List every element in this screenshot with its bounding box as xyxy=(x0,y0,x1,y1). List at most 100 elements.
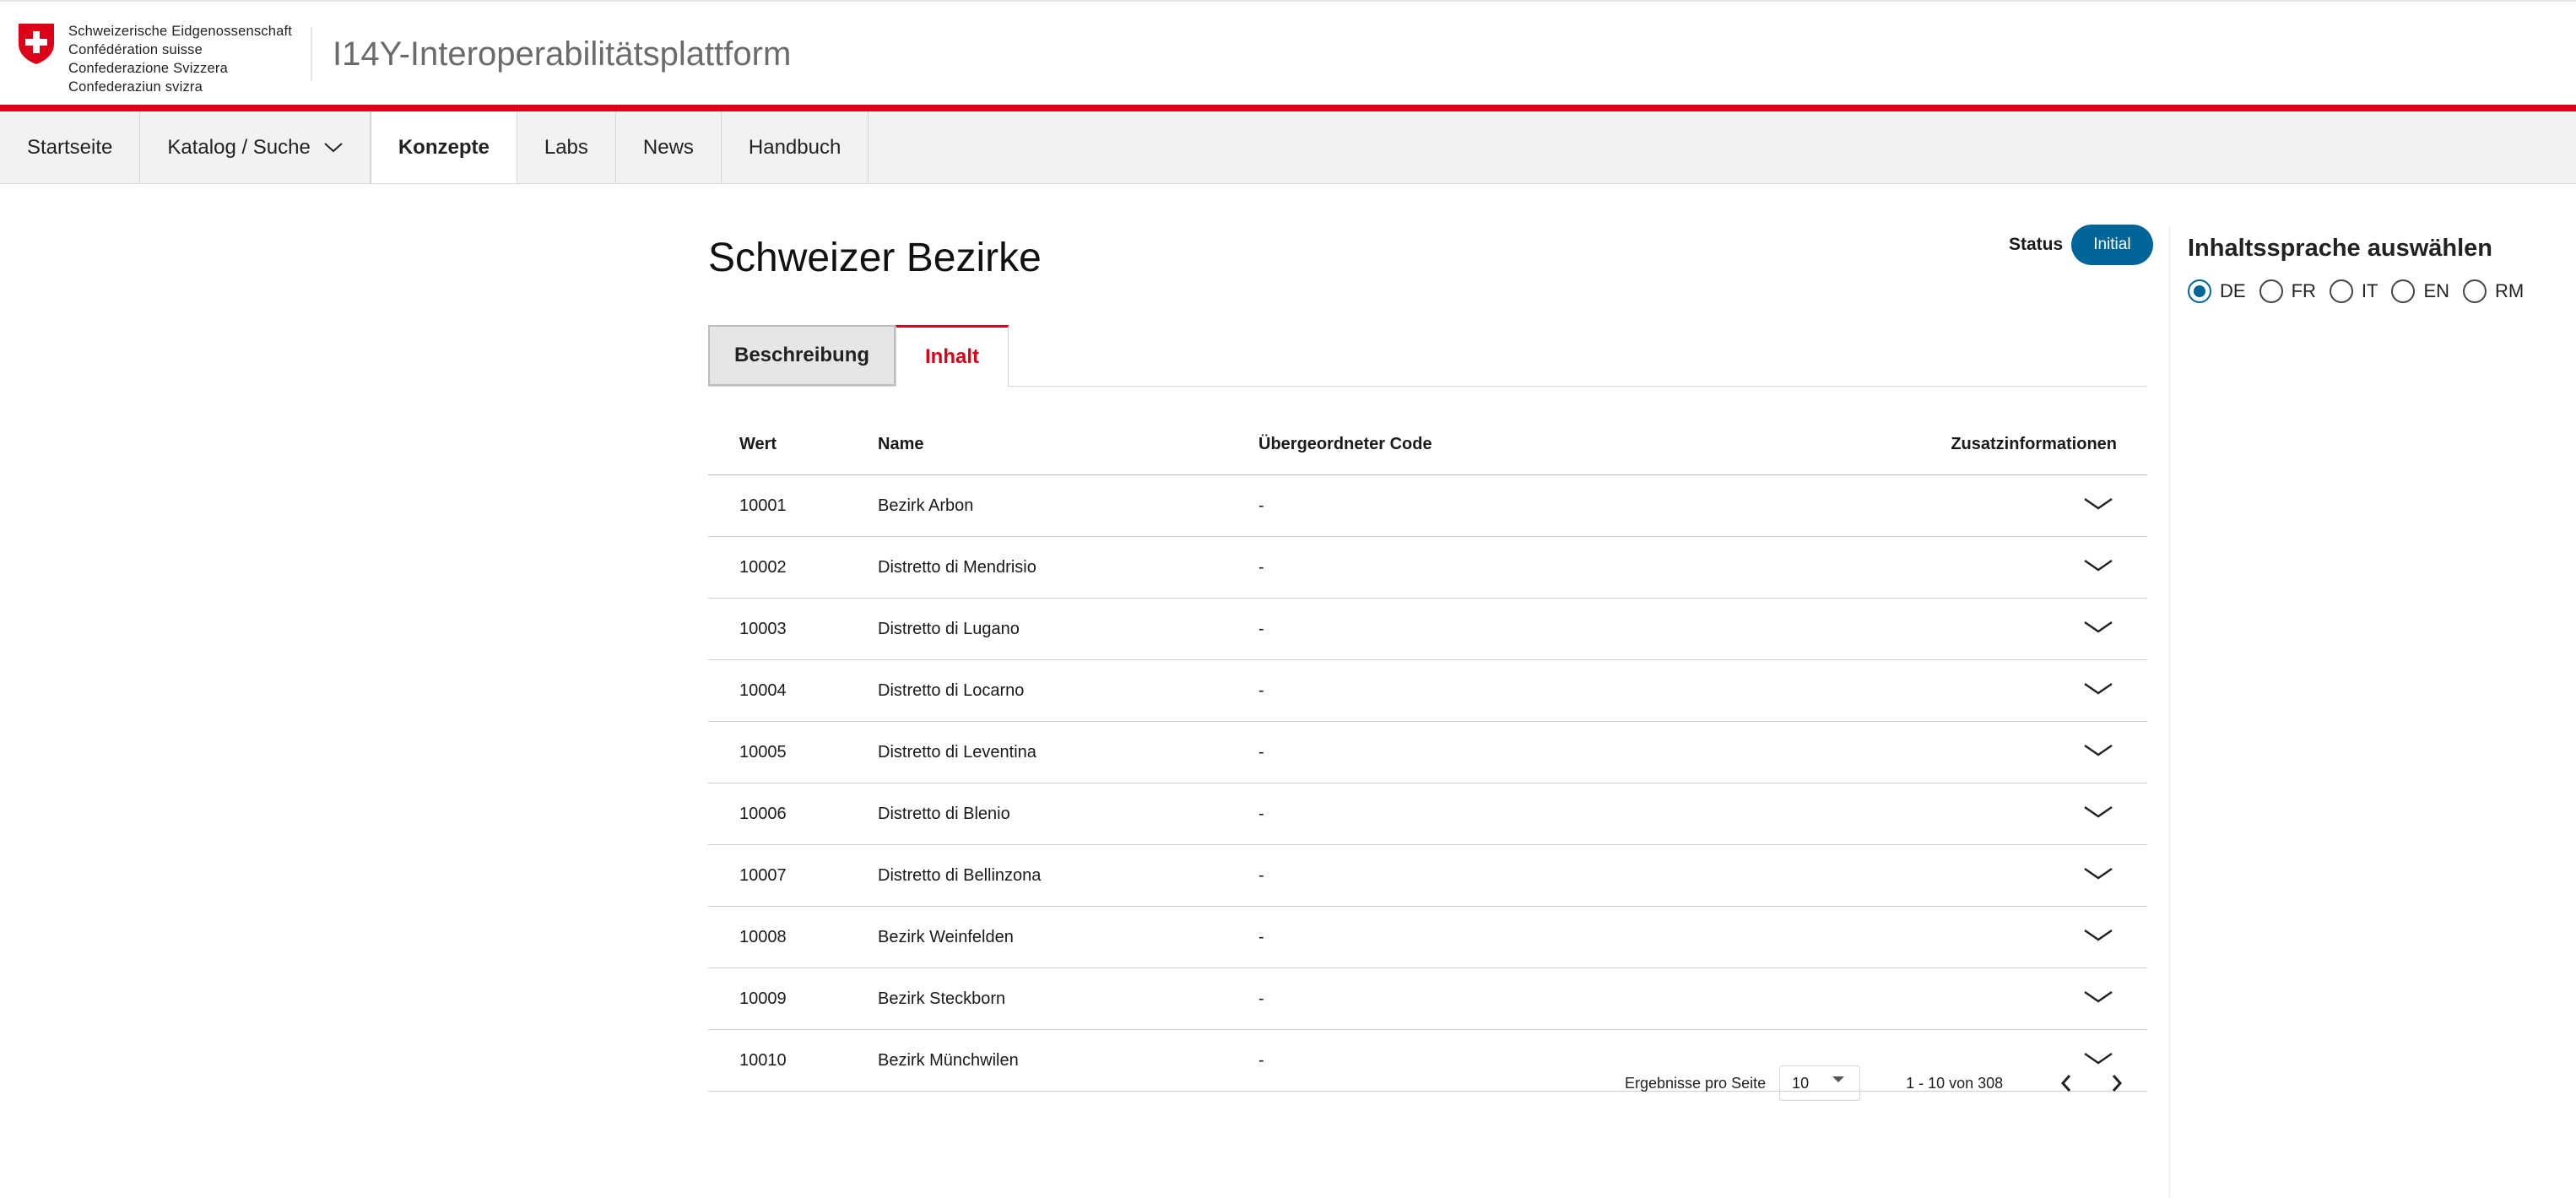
column-header-parent-code: Übergeordneter Code xyxy=(1258,434,1432,453)
app-title[interactable]: I14Y-Interoperabilitätsplattform xyxy=(333,35,791,73)
table-row: 10007 Distretto di Bellinzona - xyxy=(708,845,2147,907)
per-page-label: Ergebnisse pro Seite xyxy=(1625,1074,1767,1092)
language-label: DE xyxy=(2220,280,2246,301)
cell-name: Distretto di Blenio xyxy=(878,804,1010,823)
status-badge: Initial xyxy=(2071,225,2153,265)
table-header: Wert Name Übergeordneter Code Zusatzinfo… xyxy=(708,414,2147,475)
table-row: 10003 Distretto di Lugano - xyxy=(708,599,2147,660)
site-header: Schweizerische Eidgenossenschaft Confédé… xyxy=(0,2,2576,111)
cell-parent-code: - xyxy=(1258,1050,1264,1070)
language-label: EN xyxy=(2423,280,2450,301)
table-row: 10004 Distretto di Locarno - xyxy=(708,660,2147,722)
column-header-wert: Wert xyxy=(739,434,777,453)
per-page-value: 10 xyxy=(1792,1074,1810,1092)
page-title: Schweizer Bezirke xyxy=(708,236,1042,280)
tab-beschreibung[interactable]: Beschreibung xyxy=(708,325,896,386)
table-row: 10009 Bezirk Steckborn - xyxy=(708,968,2147,1030)
chevron-down-icon[interactable] xyxy=(2083,744,2113,757)
language-label: FR xyxy=(2291,280,2316,301)
language-option-rm[interactable]: RM xyxy=(2463,279,2524,303)
chevron-down-icon[interactable] xyxy=(2083,497,2113,511)
pagination-range: 1 - 10 von 308 xyxy=(1906,1074,2004,1092)
cell-wert: 10005 xyxy=(739,742,787,762)
radio-en[interactable] xyxy=(2391,279,2416,303)
chevron-right-icon xyxy=(2113,1075,2123,1092)
cell-name: Distretto di Mendrisio xyxy=(878,557,1036,577)
chevron-down-icon[interactable] xyxy=(2083,867,2113,881)
cell-name: Distretto di Locarno xyxy=(878,680,1025,700)
caret-down-icon xyxy=(1832,1076,1845,1082)
chevron-down-icon[interactable] xyxy=(2083,929,2113,942)
cell-zusatzinformationen xyxy=(1680,496,2147,516)
language-option-fr[interactable]: FR xyxy=(2259,279,2316,303)
cell-parent-code: - xyxy=(1258,742,1264,762)
chevron-left-icon xyxy=(2061,1075,2071,1092)
radio-it[interactable] xyxy=(2329,279,2353,303)
nav-item-label: Handbuch xyxy=(748,135,842,159)
radio-rm[interactable] xyxy=(2463,279,2487,303)
side-divider xyxy=(2169,226,2170,1198)
radio-fr[interactable] xyxy=(2259,279,2283,303)
cell-parent-code: - xyxy=(1258,680,1264,700)
cell-name: Bezirk Steckborn xyxy=(878,989,1006,1008)
per-page-select[interactable]: 10 xyxy=(1779,1065,1861,1101)
tab-inhalt[interactable]: Inhalt xyxy=(896,325,1009,387)
cell-zusatzinformationen xyxy=(1680,866,2147,886)
cell-wert: 10009 xyxy=(739,989,787,1008)
cell-zusatzinformationen xyxy=(1680,681,2147,701)
confederation-line-rm: Confederaziun svizra xyxy=(68,79,203,95)
content-tabs: Beschreibung Inhalt xyxy=(708,325,2147,387)
cell-name: Distretto di Leventina xyxy=(878,742,1036,762)
language-label: IT xyxy=(2361,280,2378,301)
language-options: DE FR IT EN RM xyxy=(2188,279,2537,303)
chevron-down-icon[interactable] xyxy=(2083,1052,2113,1065)
cell-parent-code: - xyxy=(1258,865,1264,885)
chevron-down-icon[interactable] xyxy=(2083,990,2113,1004)
nav-item-label: Konzepte xyxy=(398,135,490,159)
confederation-line-de: Schweizerische Eidgenossenschaft xyxy=(68,24,293,39)
language-panel: Inhaltssprache auswählen DE FR IT EN RM xyxy=(2188,235,2537,303)
table-row: 10008 Bezirk Weinfelden - xyxy=(708,907,2147,968)
cell-wert: 10004 xyxy=(739,680,787,700)
nav-item-konzepte[interactable]: Konzepte xyxy=(370,111,517,183)
codelist-table: Wert Name Übergeordneter Code Zusatzinfo… xyxy=(708,414,2147,1092)
language-option-it[interactable]: IT xyxy=(2329,279,2378,303)
nav-item-news[interactable]: News xyxy=(616,111,722,183)
status-label: Status xyxy=(2009,235,2064,254)
language-panel-title: Inhaltssprache auswählen xyxy=(2188,235,2493,262)
table-row: 10005 Distretto di Leventina - xyxy=(708,722,2147,783)
cell-wert: 10007 xyxy=(739,865,787,885)
swiss-crest-icon[interactable] xyxy=(17,22,56,66)
chevron-down-icon[interactable] xyxy=(2083,805,2113,819)
table-row: 10002 Distretto di Mendrisio - xyxy=(708,537,2147,599)
language-option-en[interactable]: EN xyxy=(2391,279,2449,303)
nav-item-labs[interactable]: Labs xyxy=(517,111,616,183)
cell-wert: 10002 xyxy=(739,557,787,577)
next-page-button[interactable] xyxy=(2104,1071,2130,1096)
cell-name: Distretto di Bellinzona xyxy=(878,865,1042,885)
status-indicator: Status Initial xyxy=(2009,225,2153,265)
confederation-line-it: Confederazione Svizzera xyxy=(68,61,228,76)
cell-name: Bezirk Arbon xyxy=(878,496,974,515)
chevron-down-icon[interactable] xyxy=(2083,621,2113,634)
cell-wert: 10001 xyxy=(739,496,787,515)
language-label: RM xyxy=(2495,280,2525,301)
language-option-de[interactable]: DE xyxy=(2188,279,2246,303)
table-body: 10001 Bezirk Arbon - 10002 Distretto di Mend… xyxy=(708,475,2147,1092)
main-nav: Startseite Katalog / Suche Konzepte Labs… xyxy=(0,111,2576,184)
nav-item-startseite[interactable]: Startseite xyxy=(0,111,141,183)
radio-de[interactable] xyxy=(2188,279,2211,303)
previous-page-button[interactable] xyxy=(2054,1071,2079,1096)
column-header-zusatzinformationen: Zusatzinformationen xyxy=(1951,434,2117,453)
cell-parent-code: - xyxy=(1258,557,1264,577)
cell-zusatzinformationen xyxy=(1680,805,2147,824)
cell-parent-code: - xyxy=(1258,496,1264,515)
chevron-down-icon[interactable] xyxy=(2083,559,2113,572)
cell-parent-code: - xyxy=(1258,989,1264,1008)
nav-item-katalog-suche[interactable]: Katalog / Suche xyxy=(140,111,371,183)
chevron-down-icon[interactable] xyxy=(2083,682,2113,696)
nav-item-handbuch[interactable]: Handbuch xyxy=(722,111,869,183)
cell-wert: 10003 xyxy=(739,619,787,638)
cell-parent-code: - xyxy=(1258,927,1264,946)
cell-name: Distretto di Lugano xyxy=(878,619,1020,638)
